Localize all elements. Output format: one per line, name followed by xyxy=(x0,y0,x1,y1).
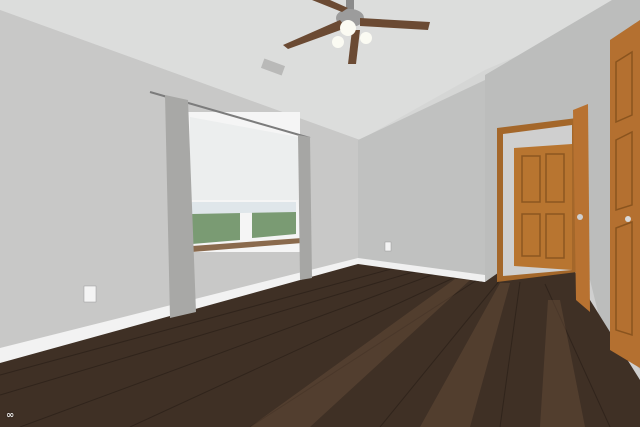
watermark-logo: ∞ xyxy=(6,410,15,421)
outlet-back xyxy=(384,241,392,252)
closet-knob xyxy=(625,216,631,222)
outlet-left xyxy=(83,285,97,303)
closet-door xyxy=(610,20,640,368)
door-knob xyxy=(577,214,583,220)
room-photo: ∞ xyxy=(0,0,640,427)
room-illustration xyxy=(0,0,640,427)
curtain-right xyxy=(298,135,312,280)
window-sky xyxy=(192,202,296,214)
